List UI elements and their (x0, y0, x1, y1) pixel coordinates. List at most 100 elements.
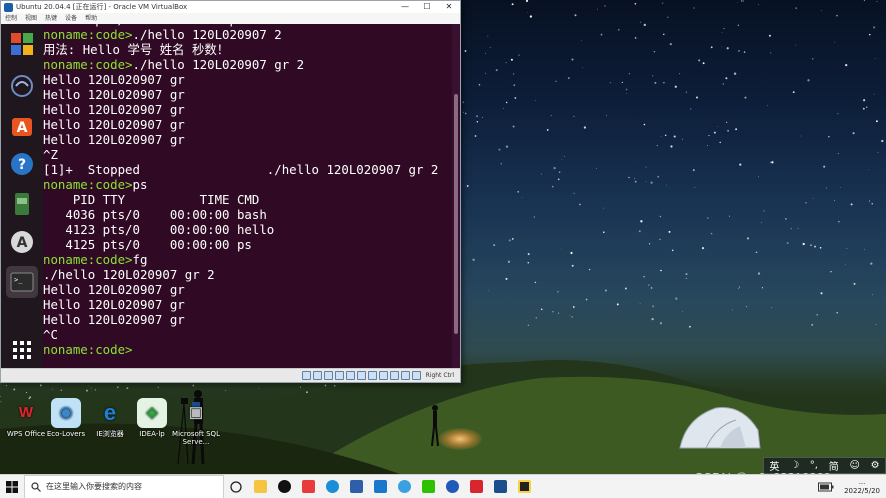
dock-show-applications[interactable] (6, 334, 38, 366)
star (558, 312, 560, 314)
desktop-icon-sqlserver[interactable]: ▣ Microsoft SQL Serve... (170, 398, 222, 446)
task-view-button[interactable] (224, 475, 248, 498)
star (474, 135, 477, 137)
hdd-icon[interactable] (301, 371, 311, 380)
star (628, 176, 630, 179)
software-store-icon: A (12, 118, 32, 136)
usb-icon[interactable] (345, 371, 355, 380)
mouse-integration-icon[interactable] (400, 371, 410, 380)
keyboard-icon[interactable] (411, 371, 421, 380)
menu-item-view[interactable]: 视图 (25, 13, 37, 24)
star (639, 21, 641, 23)
taskbar-clock[interactable]: ... 2022/5/20 (838, 478, 886, 496)
star (595, 168, 597, 169)
taskbar-app-qq[interactable] (272, 475, 296, 498)
menu-item-control[interactable]: 控制 (5, 13, 17, 24)
menu-item-help[interactable]: 帮助 (85, 13, 97, 24)
search-placeholder: 在这里输入你要搜索的内容 (46, 482, 142, 491)
star (713, 131, 716, 134)
star (639, 303, 641, 305)
minimize-button[interactable]: — (394, 1, 416, 13)
star (558, 171, 561, 174)
menu-item-hotkey[interactable]: 热键 (45, 13, 57, 24)
star (838, 221, 840, 223)
star (689, 325, 691, 328)
taskbar-app-wps-2[interactable] (464, 475, 488, 498)
star (722, 83, 724, 85)
taskbar-app-wechat[interactable] (416, 475, 440, 498)
ubuntu-guest-screen[interactable]: A ? A >_ noname:code>./hello 120L020907 … (1, 24, 460, 369)
star (721, 46, 723, 48)
taskbar-app-explorer[interactable] (248, 475, 272, 498)
terminal-line: Hello 120L020907 gr (43, 87, 452, 102)
start-button[interactable] (0, 475, 24, 498)
dock-colorful-app[interactable] (6, 28, 38, 60)
star (736, 2, 738, 3)
cpu-icon[interactable] (389, 371, 399, 380)
star (510, 58, 513, 61)
taskbar-app-chrome[interactable] (440, 475, 464, 498)
star (505, 277, 508, 280)
menu-item-devices[interactable]: 设备 (65, 13, 77, 24)
taskbar-app-virtualbox[interactable] (488, 475, 512, 498)
window-titlebar[interactable]: Ubuntu 20.04.4 [正在运行] - Oracle VM Virtua… (1, 1, 460, 13)
taskbar-app-edge[interactable] (320, 475, 344, 498)
battery-icon[interactable] (818, 482, 834, 492)
virtualbox-window[interactable]: Ubuntu 20.04.4 [正在运行] - Oracle VM Virtua… (0, 0, 461, 383)
star (816, 314, 818, 316)
star (735, 128, 738, 131)
ime-settings-icon[interactable]: ⚙ (871, 460, 880, 471)
network-icon[interactable] (334, 371, 344, 380)
app-grid-icon (13, 341, 31, 359)
taskbar-app-pycharm[interactable] (512, 475, 536, 498)
star (739, 286, 741, 288)
dock-feedback[interactable] (6, 70, 38, 102)
display-icon[interactable] (367, 371, 377, 380)
dock-terminal[interactable]: >_ (6, 266, 38, 298)
optical-drive-icon[interactable] (312, 371, 322, 380)
recording-icon[interactable] (378, 371, 388, 380)
star (866, 106, 868, 108)
terminal-text: Hello 120L020907 gr (43, 312, 185, 327)
dock-notes[interactable] (6, 188, 38, 220)
star (666, 184, 667, 186)
taskbar-app-store[interactable] (344, 475, 368, 498)
star (512, 73, 515, 75)
star (518, 54, 520, 56)
taskbar-search-box[interactable]: 在这里输入你要搜索的内容 (24, 474, 224, 498)
star (640, 220, 643, 223)
star (654, 81, 657, 84)
star (685, 273, 688, 276)
terminal-line: PID TTY TIME CMD (43, 192, 452, 207)
dock-help[interactable]: ? (6, 148, 38, 180)
scrollbar-thumb[interactable] (454, 94, 458, 334)
terminal-line: ^Z (43, 147, 452, 162)
star (871, 203, 873, 205)
close-button[interactable]: ✕ (438, 1, 460, 13)
taskbar-app-wps[interactable] (296, 475, 320, 498)
terminal-line: [1]+ Stopped ./hello 120L020907 gr 2 (43, 162, 452, 177)
maximize-button[interactable]: ☐ (416, 1, 438, 13)
terminal-text: Hello 120L020907 gr (43, 117, 185, 132)
star (573, 115, 575, 117)
star (464, 50, 467, 52)
terminal-scrollbar[interactable] (452, 24, 460, 369)
star (770, 52, 772, 54)
star (845, 63, 848, 67)
star (710, 232, 713, 235)
terminal-line: Hello 120L020907 gr (43, 297, 452, 312)
dock-updater[interactable]: A (6, 226, 38, 258)
taskbar-app-mail[interactable] (368, 475, 392, 498)
ime-emoji-icon[interactable]: ☺ (849, 460, 859, 471)
taskbar-app-edge-2[interactable] (392, 475, 416, 498)
audio-icon[interactable] (323, 371, 333, 380)
star (527, 253, 530, 256)
star (650, 287, 653, 289)
dock-software-store[interactable]: A (6, 110, 38, 142)
terminal-text: Hello 120L020907 gr (43, 87, 185, 102)
star (517, 191, 519, 193)
star (489, 47, 491, 48)
terminal-line: 4123 pts/0 00:00:00 hello (43, 222, 452, 237)
shared-folder-icon[interactable] (356, 371, 366, 380)
terminal-output[interactable]: 4120 pts/0 00:00:00 psnoname:code>./hell… (43, 24, 452, 369)
